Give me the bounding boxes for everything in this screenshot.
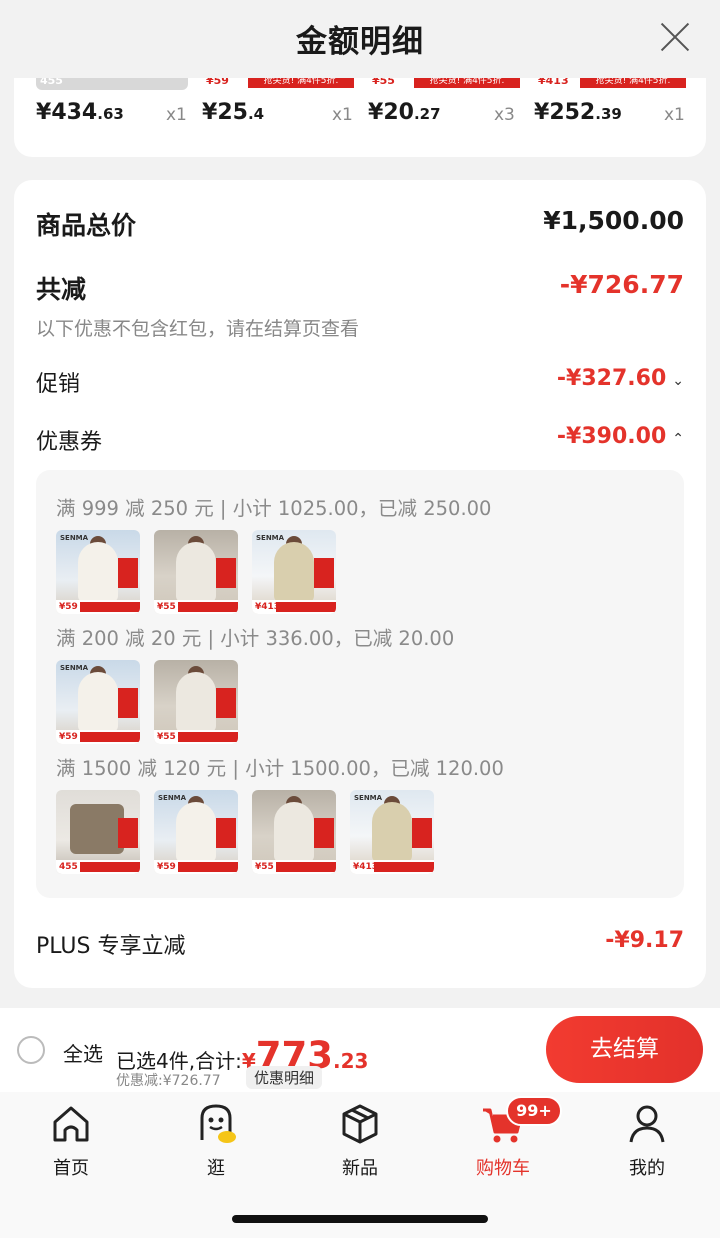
coupon-value: -¥390.00 [556,424,667,449]
total-value: ¥1,500.00 [543,206,684,235]
thumb-logo: SENMA [60,664,89,672]
price-decimal: .39 [595,105,622,123]
product-thumbnail[interactable]: SENMA ¥413 [252,530,336,614]
product-thumbnail[interactable]: SENMA ¥59 [56,660,140,744]
tab-home[interactable]: 首页 [26,1102,116,1180]
coupon-label: 优惠券 [36,430,103,455]
coupon-rule: 满 999 减 250 元 | 小计 1025.00，已减 250.00 [56,497,492,520]
checkout-bar: 全选 已选4件,合计:¥773.23 优惠减:¥726.77 优惠明细 去结算 [0,1008,720,1092]
thumb-price: ¥55 [157,732,176,742]
product-thumbnail[interactable]: SENMA ¥59 [154,790,238,874]
coupon-detail-box: 满 999 减 250 元 | 小计 1025.00，已减 250.00 SEN… [36,470,684,898]
total-decimal: .23 [332,1049,369,1073]
home-icon [49,1102,93,1146]
price-integer: 434 [51,100,98,125]
product-thumbnail[interactable]: SENMA ¥59 [56,530,140,614]
product-thumbnail[interactable]: ¥55 [252,790,336,874]
tab-label: 购物车 [476,1158,530,1179]
thumb-logo: SENMA [256,534,285,542]
item-qty: x3 [494,105,515,125]
thumb-price: ¥55 [255,862,274,872]
item-price: ¥252.39 [534,100,622,125]
select-all-checkbox[interactable] [17,1036,45,1064]
discount-summary: 优惠减:¥726.77 [116,1073,221,1089]
discount-note: 以下优惠不包含红包，请在结算页查看 [36,318,360,340]
select-all-label[interactable]: 全选 [63,1038,103,1067]
modal-header: 金额明细 [0,0,720,78]
tab-label: 我的 [629,1158,665,1179]
item-qty: x1 [664,105,685,125]
total-label: 商品总价 [36,211,137,240]
user-icon [625,1102,669,1146]
plus-value: -¥9.17 [605,928,684,953]
thumb-logo: SENMA [158,794,187,802]
tab-label: 逛 [207,1158,225,1179]
checkout-button[interactable]: 去结算 [546,1016,703,1083]
thumb-price: ¥59 [59,602,78,612]
tab-browse[interactable]: 逛 [171,1102,261,1180]
tab-label: 首页 [53,1158,89,1179]
thumb-logo: SENMA [354,794,383,802]
item-price: ¥20.27 [368,100,441,125]
reduce-label: 共减 [36,275,87,304]
price-summary-card: 商品总价 ¥1,500.00 共减 -¥726.77 以下优惠不包含红包，请在结… [14,180,706,988]
currency-symbol: ¥ [534,100,550,125]
product-thumbnail[interactable]: 455 [56,790,140,874]
currency-symbol: ¥ [368,100,384,125]
promo-label: 促销 [36,372,81,397]
thumb-price: ¥55 [157,602,176,612]
browse-icon [194,1102,238,1146]
item-price: ¥25.4 [202,100,264,125]
tab-new[interactable]: 新品 [315,1102,405,1180]
price-decimal: .63 [97,105,124,123]
coupon-rule: 满 200 减 20 元 | 小计 336.00，已减 20.00 [56,627,455,650]
thumb-price: 455 [59,862,78,872]
reduce-value: -¥726.77 [559,270,684,299]
price-integer: 25 [217,100,248,125]
thumb-price: ¥59 [59,732,78,742]
coupon-rule: 满 1500 减 120 元 | 小计 1500.00，已减 120.00 [56,757,504,780]
promo-value: -¥327.60 [556,366,667,391]
chevron-down-icon: ⌄ [672,373,684,389]
cart-count-badge: 99+ [506,1096,562,1126]
close-icon[interactable] [658,20,692,54]
box-icon [338,1102,382,1146]
item-qty: x1 [166,105,187,125]
product-thumbnail[interactable]: SENMA ¥413 [350,790,434,874]
currency-symbol: ¥ [202,100,218,125]
tab-label: 新品 [342,1158,378,1179]
promo-row-toggle[interactable]: -¥327.60 ⌄ [557,366,684,391]
price-decimal: .4 [247,105,265,123]
home-indicator[interactable] [232,1215,488,1223]
coupon-row-toggle[interactable]: -¥390.00 ⌃ [557,424,684,449]
price-integer: 252 [549,100,596,125]
currency-symbol: ¥ [36,100,52,125]
discount-detail-button[interactable]: 优惠明细 [246,1066,323,1089]
plus-label: PLUS 专享立减 [36,934,186,959]
price-integer: 20 [383,100,414,125]
price-decimal: .27 [413,105,441,123]
tab-profile[interactable]: 我的 [602,1102,692,1180]
product-thumbnail[interactable]: ¥55 [154,660,238,744]
modal-title: 金额明细 [296,24,424,60]
thumb-logo: SENMA [60,534,89,542]
product-thumbnail[interactable]: ¥55 [154,530,238,614]
thumb-price: ¥59 [157,862,176,872]
chevron-up-icon: ⌃ [672,431,684,447]
item-price: ¥434.63 [36,100,124,125]
item-qty: x1 [332,105,353,125]
